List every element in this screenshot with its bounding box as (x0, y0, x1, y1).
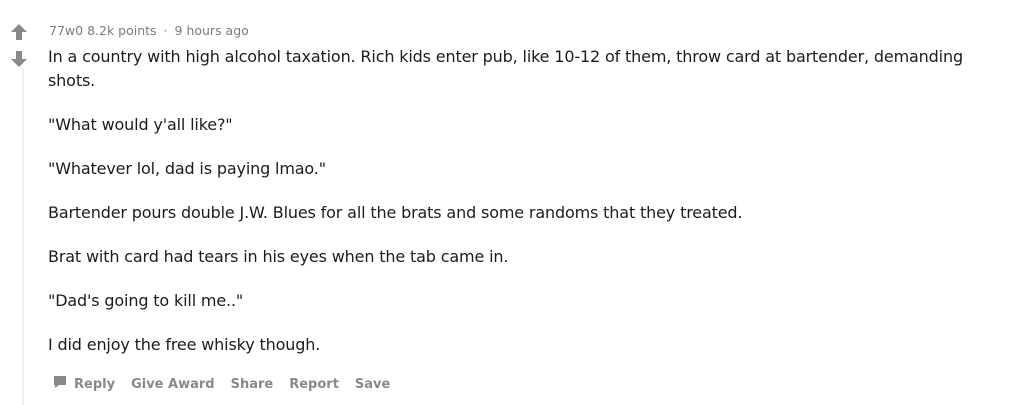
comment: 77w0 8.2k points · 9 hours ago In a coun… (0, 0, 1032, 405)
upvote-arrow-icon[interactable] (9, 22, 31, 44)
report-button[interactable]: Report (289, 377, 339, 392)
comment-paragraph: Bartender pours double J.W. Blues for al… (48, 203, 743, 222)
downvote-arrow-icon[interactable] (9, 49, 31, 71)
comment-meta: 77w0 8.2k points · 9 hours ago (49, 22, 249, 40)
save-button[interactable]: Save (355, 377, 390, 392)
comment-paragraph: "Whatever lol, dad is paying lmao." (48, 159, 326, 178)
timestamp[interactable]: 9 hours ago (175, 23, 249, 38)
reply-label: Reply (74, 376, 116, 392)
chat-bubble-icon (52, 374, 68, 394)
comment-body: In a country with high alcohol taxation.… (48, 45, 1013, 377)
points-count: 8.2k points (87, 23, 157, 38)
share-button[interactable]: Share (231, 377, 274, 392)
report-label: Report (289, 376, 339, 392)
comment-paragraph: "What would y'all like?" (48, 115, 233, 134)
reply-button[interactable]: Reply (52, 374, 115, 394)
comment-paragraph: In a country with high alcohol taxation.… (48, 47, 963, 90)
meta-separator: · (163, 23, 168, 38)
comment-paragraph: Brat with card had tears in his eyes whe… (48, 247, 509, 266)
thread-line[interactable] (22, 68, 24, 405)
comment-paragraph: I did enjoy the free whisky though. (48, 335, 321, 354)
give-award-label: Give Award (131, 376, 215, 392)
comment-paragraph: "Dad's going to kill me.." (48, 291, 244, 310)
author-link[interactable]: 77w0 (49, 23, 83, 38)
comment-actions: Reply Give Award Share Report Save (52, 374, 406, 394)
give-award-button[interactable]: Give Award (131, 377, 215, 392)
share-label: Share (230, 376, 274, 392)
save-label: Save (354, 376, 391, 392)
